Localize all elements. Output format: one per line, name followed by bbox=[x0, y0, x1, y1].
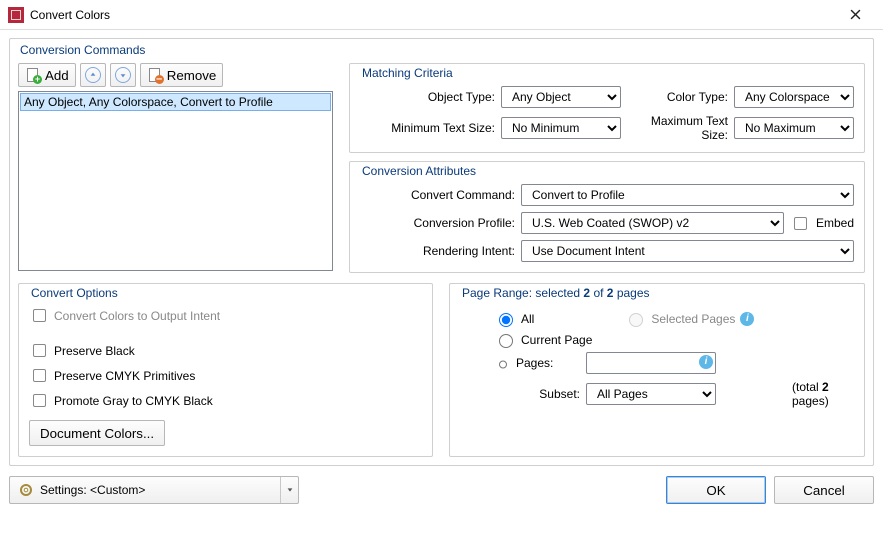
total-pages-label: (total 2 pages) bbox=[792, 380, 854, 408]
matching-criteria-group: Matching Criteria Object Type: Any Objec… bbox=[349, 63, 865, 153]
page-range-title: Page Range: selected 2 of 2 pages bbox=[462, 286, 854, 300]
info-icon[interactable]: i bbox=[699, 355, 713, 369]
title-bar: Convert Colors bbox=[0, 0, 883, 30]
ok-button[interactable]: OK bbox=[666, 476, 766, 504]
down-arrow-icon bbox=[115, 67, 131, 83]
close-icon bbox=[850, 9, 861, 20]
conversion-commands-title: Conversion Commands bbox=[20, 43, 865, 57]
color-type-label: Color Type: bbox=[627, 90, 728, 104]
commands-toolbar: + Add bbox=[18, 63, 333, 87]
current-page-radio-row[interactable]: Current Page bbox=[494, 331, 854, 348]
object-type-select[interactable]: Any Object bbox=[501, 86, 621, 108]
output-intent-label: Convert Colors to Output Intent bbox=[54, 309, 220, 323]
window-title: Convert Colors bbox=[30, 8, 835, 22]
footer: Settings: <Custom> OK Cancel bbox=[0, 476, 883, 514]
selected-pages-radio-row: Selected Pages i bbox=[624, 310, 754, 327]
add-button-label: Add bbox=[45, 68, 69, 83]
color-type-select[interactable]: Any Colorspace bbox=[734, 86, 854, 108]
subset-label: Subset: bbox=[516, 387, 580, 401]
selected-pages-radio bbox=[629, 313, 643, 327]
pages-radio[interactable] bbox=[499, 358, 507, 371]
subset-select[interactable]: All Pages bbox=[586, 383, 716, 405]
conversion-attributes-group: Conversion Attributes Convert Command: C… bbox=[349, 161, 865, 273]
output-intent-checkbox bbox=[33, 309, 46, 322]
all-radio-label: All bbox=[521, 312, 534, 326]
settings-label: Settings: bbox=[40, 483, 87, 497]
current-page-radio-label: Current Page bbox=[521, 333, 592, 347]
document-colors-button[interactable]: Document Colors... bbox=[29, 420, 165, 446]
document-add-icon: + bbox=[25, 67, 41, 83]
preserve-cmyk-row[interactable]: Preserve CMYK Primitives bbox=[29, 366, 422, 385]
rendering-intent-select[interactable]: Use Document Intent bbox=[521, 240, 854, 262]
max-text-size-select[interactable]: No Maximum bbox=[734, 117, 854, 139]
preserve-black-row[interactable]: Preserve Black bbox=[29, 341, 422, 360]
min-text-size-label: Minimum Text Size: bbox=[360, 121, 495, 135]
selected-pages-radio-label: Selected Pages bbox=[651, 312, 735, 326]
remove-button[interactable]: – Remove bbox=[140, 63, 224, 87]
app-icon bbox=[8, 7, 24, 23]
cancel-button[interactable]: Cancel bbox=[774, 476, 874, 504]
embed-label: Embed bbox=[816, 216, 854, 230]
current-page-radio[interactable] bbox=[499, 334, 513, 348]
convert-command-label: Convert Command: bbox=[360, 188, 515, 202]
promote-gray-label: Promote Gray to CMYK Black bbox=[54, 394, 213, 408]
all-radio[interactable] bbox=[499, 313, 513, 327]
chevron-down-icon bbox=[280, 477, 298, 503]
output-intent-checkbox-row: Convert Colors to Output Intent bbox=[29, 306, 422, 325]
remove-button-label: Remove bbox=[167, 68, 217, 83]
embed-checkbox[interactable] bbox=[794, 217, 807, 230]
close-button[interactable] bbox=[835, 1, 875, 29]
move-down-button[interactable] bbox=[110, 63, 136, 87]
convert-options-group: Convert Options Convert Colors to Output… bbox=[18, 283, 433, 457]
gear-icon bbox=[18, 482, 34, 498]
add-button[interactable]: + Add bbox=[18, 63, 76, 87]
pages-input[interactable] bbox=[586, 352, 716, 374]
rendering-intent-label: Rendering Intent: bbox=[360, 244, 515, 258]
settings-value: <Custom> bbox=[90, 483, 145, 497]
min-text-size-select[interactable]: No Minimum bbox=[501, 117, 621, 139]
move-up-button[interactable] bbox=[80, 63, 106, 87]
conversion-attributes-title: Conversion Attributes bbox=[362, 164, 854, 178]
preserve-cmyk-label: Preserve CMYK Primitives bbox=[54, 369, 195, 383]
info-icon: i bbox=[740, 312, 754, 326]
object-type-label: Object Type: bbox=[360, 90, 495, 104]
max-text-size-label: Maximum Text Size: bbox=[627, 114, 728, 142]
up-arrow-icon bbox=[85, 67, 101, 83]
conversion-profile-select[interactable]: U.S. Web Coated (SWOP) v2 bbox=[521, 212, 784, 234]
settings-dropdown[interactable]: Settings: <Custom> bbox=[9, 476, 299, 504]
conversion-commands-group: Conversion Commands + Add bbox=[9, 38, 874, 466]
preserve-black-label: Preserve Black bbox=[54, 344, 135, 358]
promote-gray-row[interactable]: Promote Gray to CMYK Black bbox=[29, 391, 422, 410]
matching-criteria-title: Matching Criteria bbox=[362, 66, 854, 80]
preserve-black-checkbox[interactable] bbox=[33, 344, 46, 357]
document-remove-icon: – bbox=[147, 67, 163, 83]
promote-gray-checkbox[interactable] bbox=[33, 394, 46, 407]
commands-listbox[interactable]: Any Object, Any Colorspace, Convert to P… bbox=[18, 91, 333, 271]
all-radio-row[interactable]: All bbox=[494, 310, 534, 327]
conversion-profile-label: Conversion Profile: bbox=[360, 216, 515, 230]
preserve-cmyk-checkbox[interactable] bbox=[33, 369, 46, 382]
page-range-group: Page Range: selected 2 of 2 pages All Se… bbox=[449, 283, 865, 457]
convert-command-select[interactable]: Convert to Profile bbox=[521, 184, 854, 206]
pages-radio-label: Pages: bbox=[516, 356, 580, 370]
commands-list-item[interactable]: Any Object, Any Colorspace, Convert to P… bbox=[20, 93, 331, 111]
convert-options-title: Convert Options bbox=[31, 286, 422, 300]
